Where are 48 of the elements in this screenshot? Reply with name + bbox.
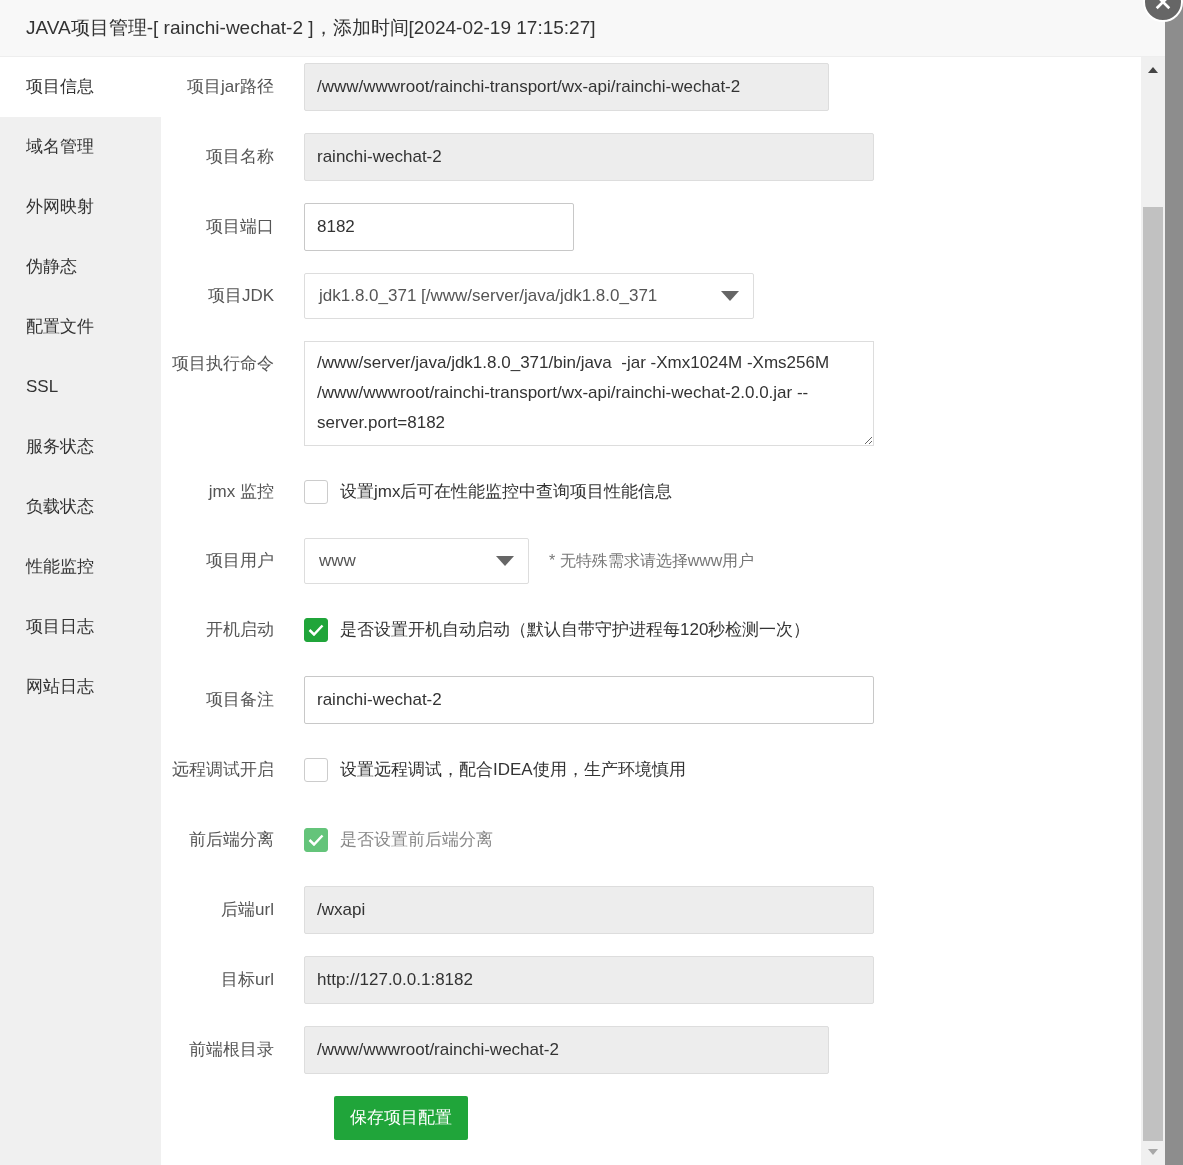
checkbox-label: 是否设置开机自动启动（默认自带守护进程每120秒检测一次） bbox=[340, 619, 811, 642]
input-field[interactable]: /www/wwwroot/rainchi-wechat-2 bbox=[304, 1026, 829, 1074]
field-label: 开机启动 bbox=[205, 619, 275, 642]
sidebar-item[interactable]: 性能监控 bbox=[0, 537, 161, 597]
checkbox-label: 设置远程调试，配合IDEA使用，生产环境慎用 bbox=[340, 759, 686, 782]
textarea-field[interactable]: /www/server/java/jdk1.8.0_371/bin/java -jar -Xmx1024M -Xms256M /www/wwwroot/rainchi-transport/wx-api/rainchi-wechat-2.0.0.jar --server.port=8182 bbox=[304, 341, 874, 446]
sidebar-item[interactable]: 伪静态 bbox=[0, 237, 161, 297]
sidebar-item[interactable]: 服务状态 bbox=[0, 417, 161, 477]
field-label: 项目名称 bbox=[205, 146, 275, 169]
input-field[interactable]: /wxapi bbox=[304, 886, 874, 934]
sidebar-item[interactable]: 配置文件 bbox=[0, 297, 161, 357]
field-label: 前后端分离 bbox=[188, 829, 275, 852]
checkbox[interactable] bbox=[304, 758, 328, 782]
field-label: 项目执行命令 bbox=[171, 353, 275, 375]
field-label: 前端根目录 bbox=[188, 1039, 275, 1062]
sidebar-item[interactable]: 项目信息 bbox=[0, 57, 161, 117]
dropdown[interactable]: www bbox=[304, 538, 529, 584]
sidebar-item[interactable]: 域名管理 bbox=[0, 117, 161, 177]
caret-icon bbox=[721, 291, 739, 301]
checkbox-label: 设置jmx后可在性能监控中查询项目性能信息 bbox=[340, 481, 673, 504]
sidebar-item[interactable]: 负载状态 bbox=[0, 477, 161, 537]
input-field[interactable]: 8182 bbox=[304, 203, 574, 251]
dropdown[interactable]: jdk1.8.0_371 [/www/server/java/jdk1.8.0_371 bbox=[304, 273, 754, 319]
checkbox-label: 是否设置前后端分离 bbox=[340, 829, 493, 852]
sidebar-item[interactable]: 项目日志 bbox=[0, 597, 161, 657]
input-field[interactable]: /www/wwwroot/rainchi-transport/wx-api/rainchi-wechat-2 bbox=[304, 63, 829, 111]
sidebar-item[interactable]: 网站日志 bbox=[0, 657, 161, 717]
input-field[interactable]: rainchi-wechat-2 bbox=[304, 133, 874, 181]
field-label: 项目备注 bbox=[205, 689, 275, 712]
field-label: 远程调试开启 bbox=[171, 759, 275, 782]
field-label: 目标url bbox=[220, 969, 275, 992]
checkmark-icon bbox=[308, 624, 324, 636]
input-field[interactable]: rainchi-wechat-2 bbox=[304, 676, 874, 724]
field-label: 后端url bbox=[220, 899, 275, 922]
caret-icon bbox=[496, 556, 514, 566]
field-label: jmx 监控 bbox=[207, 481, 275, 504]
checkbox[interactable] bbox=[304, 480, 328, 504]
sidebar-item[interactable]: 外网映射 bbox=[0, 177, 161, 237]
field-label: 项目端口 bbox=[205, 216, 275, 239]
checkbox[interactable] bbox=[304, 618, 328, 642]
field-label: 项目jar路径 bbox=[186, 76, 275, 99]
field-label: 项目用户 bbox=[205, 550, 275, 573]
sidebar-item[interactable]: SSL bbox=[0, 357, 161, 417]
checkmark-icon bbox=[308, 834, 324, 846]
field-label: 项目JDK bbox=[206, 285, 275, 308]
hint-text: * 无特殊需求请选择www用户 bbox=[549, 551, 755, 571]
input-field[interactable]: http://127.0.0.1:8182 bbox=[304, 956, 874, 1004]
dialog-title: JAVA项目管理-[ rainchi-wechat-2 ]，添加时间[2024-02-19 17:15:27] bbox=[0, 0, 1165, 57]
